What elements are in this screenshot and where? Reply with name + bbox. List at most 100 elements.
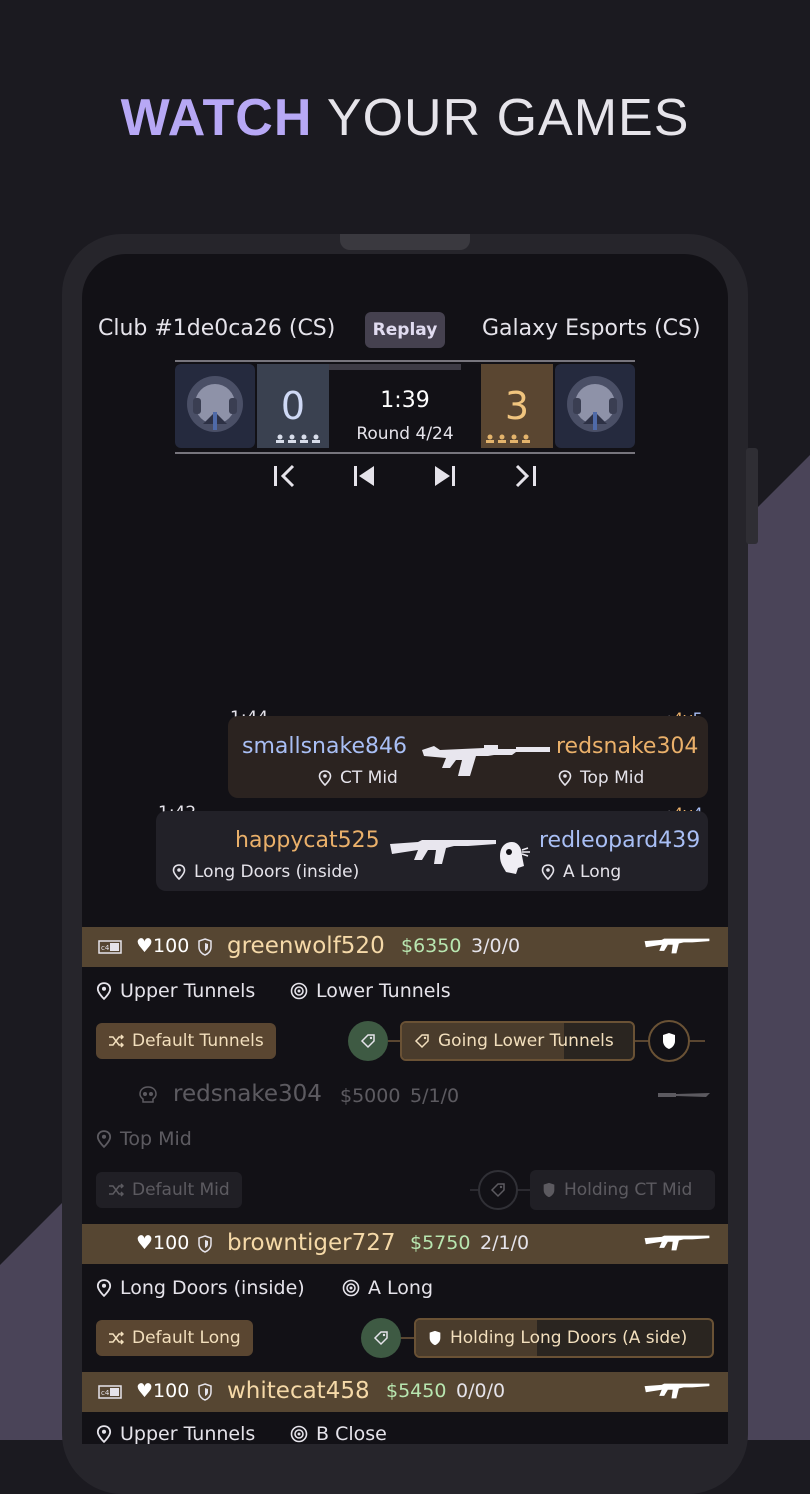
action-marker[interactable]: [348, 1021, 388, 1061]
killer-location: CT Mid: [318, 768, 398, 788]
location-pin-icon: [541, 864, 555, 880]
strategy-chip[interactable]: Default Mid: [96, 1172, 242, 1208]
tag-icon: [360, 1034, 375, 1049]
heart-icon: ♥: [136, 1380, 154, 1402]
strategy-text: Default Mid: [132, 1180, 230, 1200]
player-name[interactable]: redsnake304: [173, 1081, 322, 1107]
shuffle-icon: [109, 1183, 124, 1197]
defend-marker[interactable]: [648, 1020, 690, 1062]
skip-to-end-button[interactable]: [508, 458, 544, 494]
victim-name[interactable]: redleopard439: [539, 828, 700, 853]
target-icon: [290, 1425, 308, 1443]
killer-name[interactable]: smallsnake846: [242, 734, 407, 759]
skip-to-start-button[interactable]: [266, 458, 302, 494]
team-right-name[interactable]: Galaxy Esports (CS): [482, 316, 701, 341]
strategy-chip[interactable]: Default Long: [96, 1320, 253, 1356]
team-right-alive-icon: [486, 434, 530, 443]
victim-name[interactable]: redsnake304: [556, 734, 698, 759]
player-target: Lower Tunnels: [290, 980, 451, 1002]
player-name[interactable]: greenwolf520: [227, 933, 385, 959]
target-icon: [290, 982, 308, 1000]
strategy-chip[interactable]: Default Tunnels: [96, 1023, 276, 1059]
tag-icon: [414, 1034, 429, 1049]
location-pin-icon: [96, 1130, 112, 1148]
location-pin-icon: [96, 982, 112, 1000]
player-target-text: Lower Tunnels: [316, 980, 451, 1002]
player-money: $5450: [386, 1380, 447, 1402]
action-text: Holding CT Mid: [564, 1180, 693, 1200]
player-location: Upper Tunnels: [96, 1423, 255, 1445]
svg-text:c4: c4: [101, 1389, 110, 1397]
shield-icon: [543, 1182, 555, 1198]
player-kda: 2/1/0: [480, 1232, 530, 1254]
team-left-alive-icon: [276, 434, 320, 443]
strategy-text: Default Long: [132, 1328, 241, 1348]
action-marker[interactable]: [478, 1170, 518, 1210]
ak-rifle-icon: [644, 1383, 710, 1399]
player-name[interactable]: whitecat458: [227, 1378, 370, 1404]
replay-badge[interactable]: Replay: [365, 312, 445, 348]
headshot-icon: [500, 842, 530, 874]
player-location-text: Top Mid: [120, 1128, 192, 1150]
previous-icon: [354, 466, 374, 486]
player-row[interactable]: ♥100 browntiger727 $5750 2/1/0: [82, 1224, 728, 1264]
next-round-button[interactable]: [427, 458, 463, 494]
ak-rifle-icon: [644, 938, 710, 954]
health: ♥100: [136, 1232, 189, 1254]
previous-round-button[interactable]: [346, 458, 382, 494]
score-right: 3: [481, 364, 553, 448]
score-left-value: 0: [280, 384, 306, 428]
player-location-text: Upper Tunnels: [120, 980, 256, 1002]
player-name[interactable]: browntiger727: [227, 1230, 396, 1256]
heart-icon: ♥: [136, 1232, 154, 1254]
phone-notch: [340, 234, 470, 250]
strategy-text: Default Tunnels: [132, 1031, 264, 1051]
player-target-text: A Long: [368, 1277, 434, 1299]
player-money: $5750: [410, 1232, 471, 1254]
svg-text:c4: c4: [101, 944, 110, 952]
location-pin-icon: [172, 864, 186, 880]
armor-icon: [198, 1235, 212, 1253]
action-chip[interactable]: Going Lower Tunnels: [400, 1021, 635, 1061]
location-pin-icon: [558, 770, 572, 786]
player-location: Top Mid: [96, 1128, 192, 1150]
player-location: Long Doors (inside): [96, 1277, 305, 1299]
skip-to-start-icon: [274, 464, 295, 488]
shield-icon: [663, 1033, 675, 1049]
player-kda: 3/0/0: [471, 935, 521, 957]
headline: WATCH YOUR GAMES: [0, 88, 810, 148]
team-left-logo[interactable]: [175, 364, 255, 448]
team-left-name[interactable]: Club #1de0ca26 (CS): [98, 316, 335, 341]
player-row[interactable]: c4 ♥100 greenwolf520 $6350 3/0/0: [82, 927, 728, 967]
health-value: 100: [153, 935, 190, 957]
knife-icon: [658, 1093, 710, 1097]
action-chip[interactable]: Holding Long Doors (A side): [414, 1318, 714, 1358]
player-location-text: Long Doors (inside): [120, 1277, 305, 1299]
shuffle-icon: [109, 1034, 124, 1048]
action-text: Holding Long Doors (A side): [450, 1328, 688, 1348]
killer-name[interactable]: happycat525: [235, 828, 380, 853]
player-money: $6350: [401, 935, 462, 957]
action-chip[interactable]: Holding CT Mid: [530, 1170, 715, 1210]
location-pin-icon: [96, 1279, 112, 1297]
killer-location: Long Doors (inside): [172, 862, 359, 882]
scoreboard: 0 1:39 Round 4/24 3: [175, 360, 635, 454]
armor-icon: [198, 938, 212, 956]
phone-side-button: [746, 448, 758, 544]
team-right-logo[interactable]: [555, 364, 635, 448]
player-kda: 5/1/0: [410, 1085, 460, 1107]
killer-location-text: CT Mid: [340, 768, 398, 788]
player-target-text: B Close: [316, 1423, 387, 1445]
c4-bomb-icon: c4: [98, 940, 122, 954]
health: ♥100: [136, 1380, 189, 1402]
round-timer-bar: [327, 364, 461, 370]
location-pin-icon: [96, 1425, 112, 1443]
action-text: Going Lower Tunnels: [438, 1031, 614, 1051]
headline-accent: WATCH: [120, 89, 313, 147]
health-value: 100: [153, 1380, 190, 1402]
action-marker[interactable]: [361, 1318, 401, 1358]
skip-to-end-icon: [515, 464, 536, 488]
player-money: $5000: [340, 1085, 401, 1107]
player-row[interactable]: c4 ♥100 whitecat458 $5450 0/0/0: [82, 1372, 728, 1412]
victim-location: A Long: [541, 862, 621, 882]
